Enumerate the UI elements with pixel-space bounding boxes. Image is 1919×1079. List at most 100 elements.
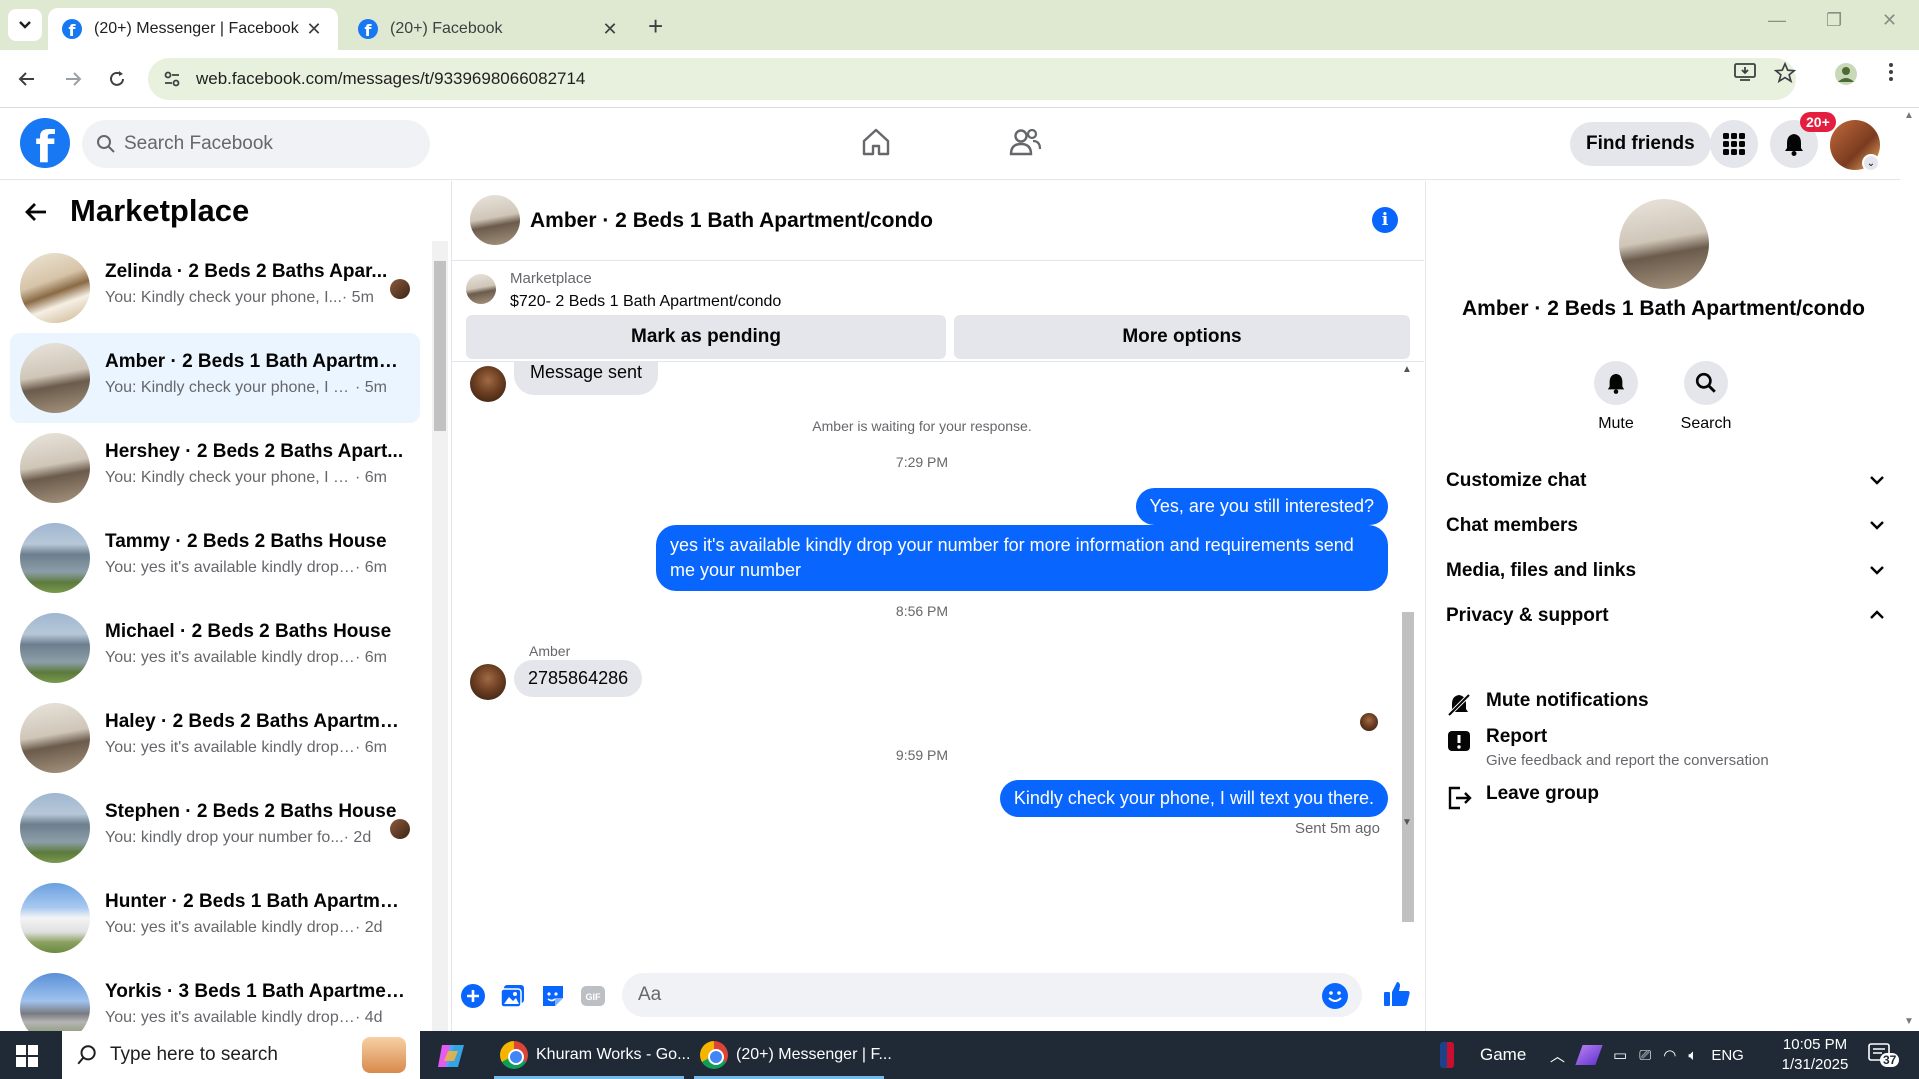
tab-messenger[interactable]: f (20+) Messenger | Facebook ✕ [48,8,338,50]
preview-text: You: yes it's available kindly drop y... [105,1009,355,1026]
scroll-up-icon[interactable]: ▲ [1904,110,1914,121]
nba-widget[interactable]: Game [1440,1031,1526,1079]
listing-thumbnail[interactable] [466,274,496,304]
info-icon[interactable]: i [1372,207,1398,233]
menu-grid-button[interactable] [1710,120,1758,168]
conversation-item[interactable]: Tammy · 2 Beds 2 Baths House You: yes it'… [10,513,420,603]
waiting-notice: Amber is waiting for your response. [812,418,1032,434]
scroll-down-icon[interactable]: ▼ [1402,817,1412,828]
emoji-icon[interactable] [1322,983,1348,1009]
conversation-item[interactable]: Haley · 2 Beds 2 Baths Apartme... You: ye… [10,693,420,783]
facebook-search-input[interactable]: Search Facebook [82,120,430,168]
customize-chat-section[interactable]: Customize chat [1446,461,1886,501]
chat-title[interactable]: Amber · 2 Beds 1 Bath Apartment/condo [530,209,933,233]
find-friends-button[interactable]: Find friends [1570,122,1711,166]
scrollbar-thumb[interactable] [1402,612,1414,922]
page-scrollbar[interactable]: ▲ ▼ [1900,108,1919,1031]
taskbar-clock[interactable]: 10:05 PM 1/31/2025 [1760,1035,1870,1075]
battery-icon[interactable]: ▭ [1613,1046,1627,1064]
message-input[interactable]: Aa [622,973,1362,1017]
search-icon [97,135,115,153]
notification-center-icon[interactable]: 37 [1868,1043,1900,1072]
tab-search-button[interactable] [8,9,42,41]
windows-start-icon[interactable] [16,1045,38,1067]
chat-members-section[interactable]: Chat members [1446,506,1886,546]
scroll-down-icon[interactable]: ▼ [1904,1016,1914,1027]
plus-icon[interactable] [460,983,486,1009]
leave-icon [1448,786,1472,810]
tab-facebook[interactable]: f (20+) Facebook ✕ [344,8,634,50]
conversation-item[interactable]: Stephen · 2 Beds 2 Baths House You: kindl… [10,783,420,873]
friends-icon[interactable] [1008,126,1042,163]
address-bar[interactable]: web.facebook.com/messages/t/933969806608… [148,58,1796,100]
chat-avatar[interactable] [470,195,520,245]
facebook-logo-icon[interactable]: f [20,118,70,168]
thumbs-up-icon[interactable] [1382,979,1410,1006]
account-chevron-icon[interactable]: ⌄ [1862,154,1880,172]
site-info-icon[interactable] [162,69,182,89]
tab-close-icon[interactable]: ✕ [600,19,620,40]
meet-icon[interactable]: ⎚ [1639,1047,1651,1064]
message-bubble-out: yes it's available kindly drop your numb… [656,525,1388,591]
photo-icon[interactable] [500,983,526,1009]
mark-pending-button[interactable]: Mark as pending [466,315,946,359]
bookmark-star-icon[interactable] [1773,61,1797,90]
report-icon [1448,731,1470,751]
conversation-item[interactable]: Hershey · 2 Beds 2 Baths Apart... You: Ki… [10,423,420,513]
browser-menu-icon[interactable] [1888,62,1894,88]
profile-icon[interactable] [1834,62,1858,92]
language-indicator[interactable]: ENG [1711,1047,1744,1064]
new-tab-button[interactable]: + [648,11,663,42]
close-window-icon[interactable]: ✕ [1882,10,1897,31]
back-arrow-icon[interactable] [24,199,48,230]
message-placeholder: Aa [638,984,662,1005]
message-bubble-in: 2785864286 [514,660,643,697]
sticker-icon[interactable] [540,983,566,1009]
minimize-icon[interactable]: — [1768,10,1786,31]
conversation-item[interactable]: Zelinda · 2 Beds 2 Baths Apar... You: Kin… [10,243,420,333]
more-options-button[interactable]: More options [954,315,1410,359]
chevron-down-icon [1870,476,1884,485]
clock-date: 1/31/2025 [1781,1056,1849,1073]
listing-description[interactable]: $720- 2 Beds 1 Bath Apartment/condo [510,293,781,311]
search-action[interactable]: Search [1666,361,1746,433]
scroll-up-icon[interactable]: ▲ [1402,364,1412,375]
gif-icon[interactable]: GIF [580,983,606,1009]
thread-scrollbar[interactable]: ▲ ▼ [1400,362,1416,942]
volume-icon[interactable]: 🔈︎ [1688,1047,1697,1064]
conversation-item[interactable]: Amber · 2 Beds 1 Bath Apartme... You: Kin… [10,333,420,423]
copilot-icon[interactable] [436,1041,466,1071]
reload-icon[interactable] [102,64,132,94]
pen-icon[interactable] [1575,1045,1603,1065]
forward-icon[interactable] [58,64,88,94]
search-highlight-image [362,1037,406,1073]
conversation-avatar[interactable] [1619,199,1709,289]
listing-thumbnail [20,253,90,323]
conversation-preview: You: Kindly check your phone, I wi... · 5… [105,379,405,397]
sidebar-scrollbar[interactable] [432,241,448,1031]
conversation-item[interactable]: Hunter · 2 Beds 1 Bath Apartme... You: ye… [10,873,420,963]
mute-action[interactable]: Mute [1576,361,1656,433]
message-thread: Message sent Amber is waiting for your r… [452,362,1424,952]
chat-info-pane: Amber · 2 Beds 1 Bath Apartment/condo Mu… [1425,181,1900,1031]
scrollbar-thumb[interactable] [434,261,446,431]
wifi-icon[interactable]: ◠ [1663,1046,1676,1064]
system-tray: ︿ ▭ ⎚ ◠ 🔈︎ ENG [1550,1031,1744,1079]
conversation-item[interactable]: Michael · 2 Beds 2 Baths House You: yes i… [10,603,420,693]
conversation-item[interactable]: Yorkis · 3 Beds 1 Bath Apartmen... You: y… [10,963,420,1031]
tab-close-icon[interactable]: ✕ [304,19,324,40]
restore-icon[interactable]: ❐ [1826,10,1842,31]
privacy-support-section[interactable]: Privacy & support [1446,596,1886,636]
taskbar-app-chrome-2[interactable]: (20+) Messenger | F... [700,1031,892,1079]
preview-time: · 5m [355,379,387,396]
home-icon[interactable] [860,126,892,163]
show-hidden-icons[interactable]: ︿ [1550,1045,1565,1066]
tab-title: (20+) Facebook [390,20,503,37]
install-app-icon[interactable] [1734,62,1756,88]
media-files-section[interactable]: Media, files and links [1446,551,1886,591]
back-icon[interactable] [12,64,42,94]
bell-icon [1607,373,1625,394]
taskbar-search-input[interactable]: Type here to search [62,1031,420,1079]
conversation-preview: You: yes it's available kindly drop y...… [105,919,405,937]
taskbar-app-chrome-1[interactable]: Khuram Works - Go... [500,1031,690,1079]
